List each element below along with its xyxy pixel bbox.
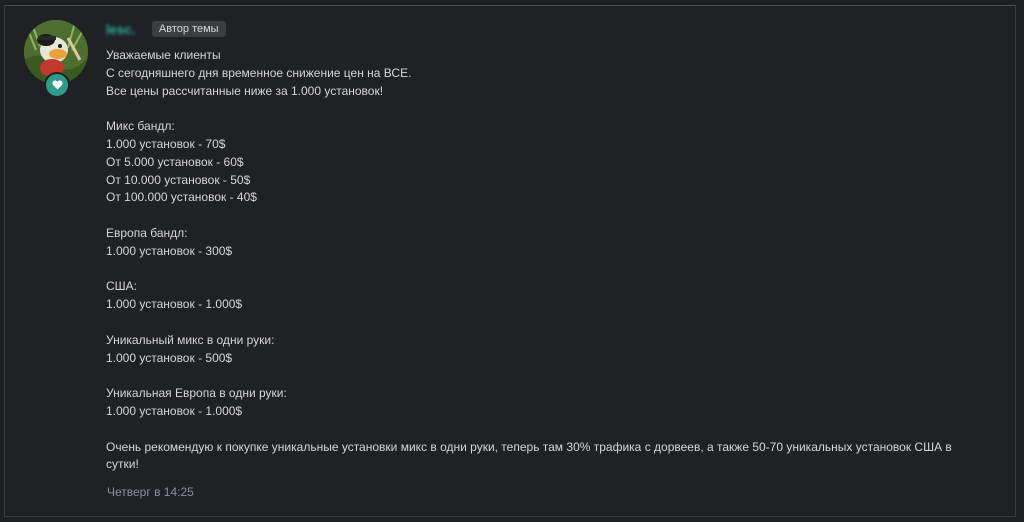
message-line: Европа бандл:	[106, 225, 188, 240]
author-badge: Автор темы	[151, 21, 226, 37]
message-line: От 10.000 установок - 50$	[106, 172, 251, 187]
message-line: Микс бандл:	[106, 119, 175, 134]
message-line: Уникальный микс в одни руки:	[106, 332, 275, 347]
message-paragraph: Уникальный микс в одни руки: 1.000 устано…	[106, 332, 986, 368]
message-line: От 5.000 установок - 60$	[106, 154, 244, 169]
message-paragraph: Микс бандл: 1.000 установок - 70$ От 5.000…	[106, 118, 986, 207]
message-line: 1.000 установок - 70$	[106, 136, 226, 151]
message-paragraph: Уважаемые клиенты С сегодняшнего дня врем…	[106, 47, 986, 100]
post-date[interactable]: Четверг в 14:25	[107, 485, 194, 499]
message-line: Все цены рассчитанные ниже за 1.000 уста…	[106, 83, 384, 98]
message-line: 1.000 установок - 500$	[106, 350, 233, 365]
status-badge	[44, 72, 70, 98]
post-header: lesc. Автор темы	[106, 19, 226, 39]
forum-post: lesc. Автор темы Уважаемые клиенты С сего…	[4, 5, 1016, 517]
message-line: США:	[106, 279, 138, 294]
message-line: Уникальная Европа в одни руки:	[106, 386, 287, 401]
message-line: 1.000 установок - 1.000$	[106, 297, 243, 312]
username-link[interactable]: lesc.	[106, 22, 135, 37]
message-line: Уважаемые клиенты	[106, 48, 221, 62]
message-paragraph: США: 1.000 установок - 1.000$	[106, 278, 986, 314]
message-line: С сегодняшнего дня временное снижение це…	[106, 65, 412, 80]
message-paragraph: Очень рекомендую к покупке уникальные ус…	[106, 439, 986, 475]
message-line: 1.000 установок - 300$	[106, 243, 233, 258]
author-avatar-block[interactable]	[24, 20, 90, 98]
message-line: От 100.000 установок - 40$	[106, 190, 257, 205]
heart-icon	[51, 80, 63, 90]
message-line: 1.000 установок - 1.000$	[106, 403, 243, 418]
post-body: Уважаемые клиенты С сегодняшнего дня врем…	[106, 47, 986, 492]
message-line: Очень рекомендую к покупке уникальные ус…	[106, 439, 952, 472]
message-paragraph: Европа бандл: 1.000 установок - 300$	[106, 225, 986, 261]
message-paragraph: Уникальная Европа в одни руки: 1.000 уста…	[106, 385, 986, 421]
